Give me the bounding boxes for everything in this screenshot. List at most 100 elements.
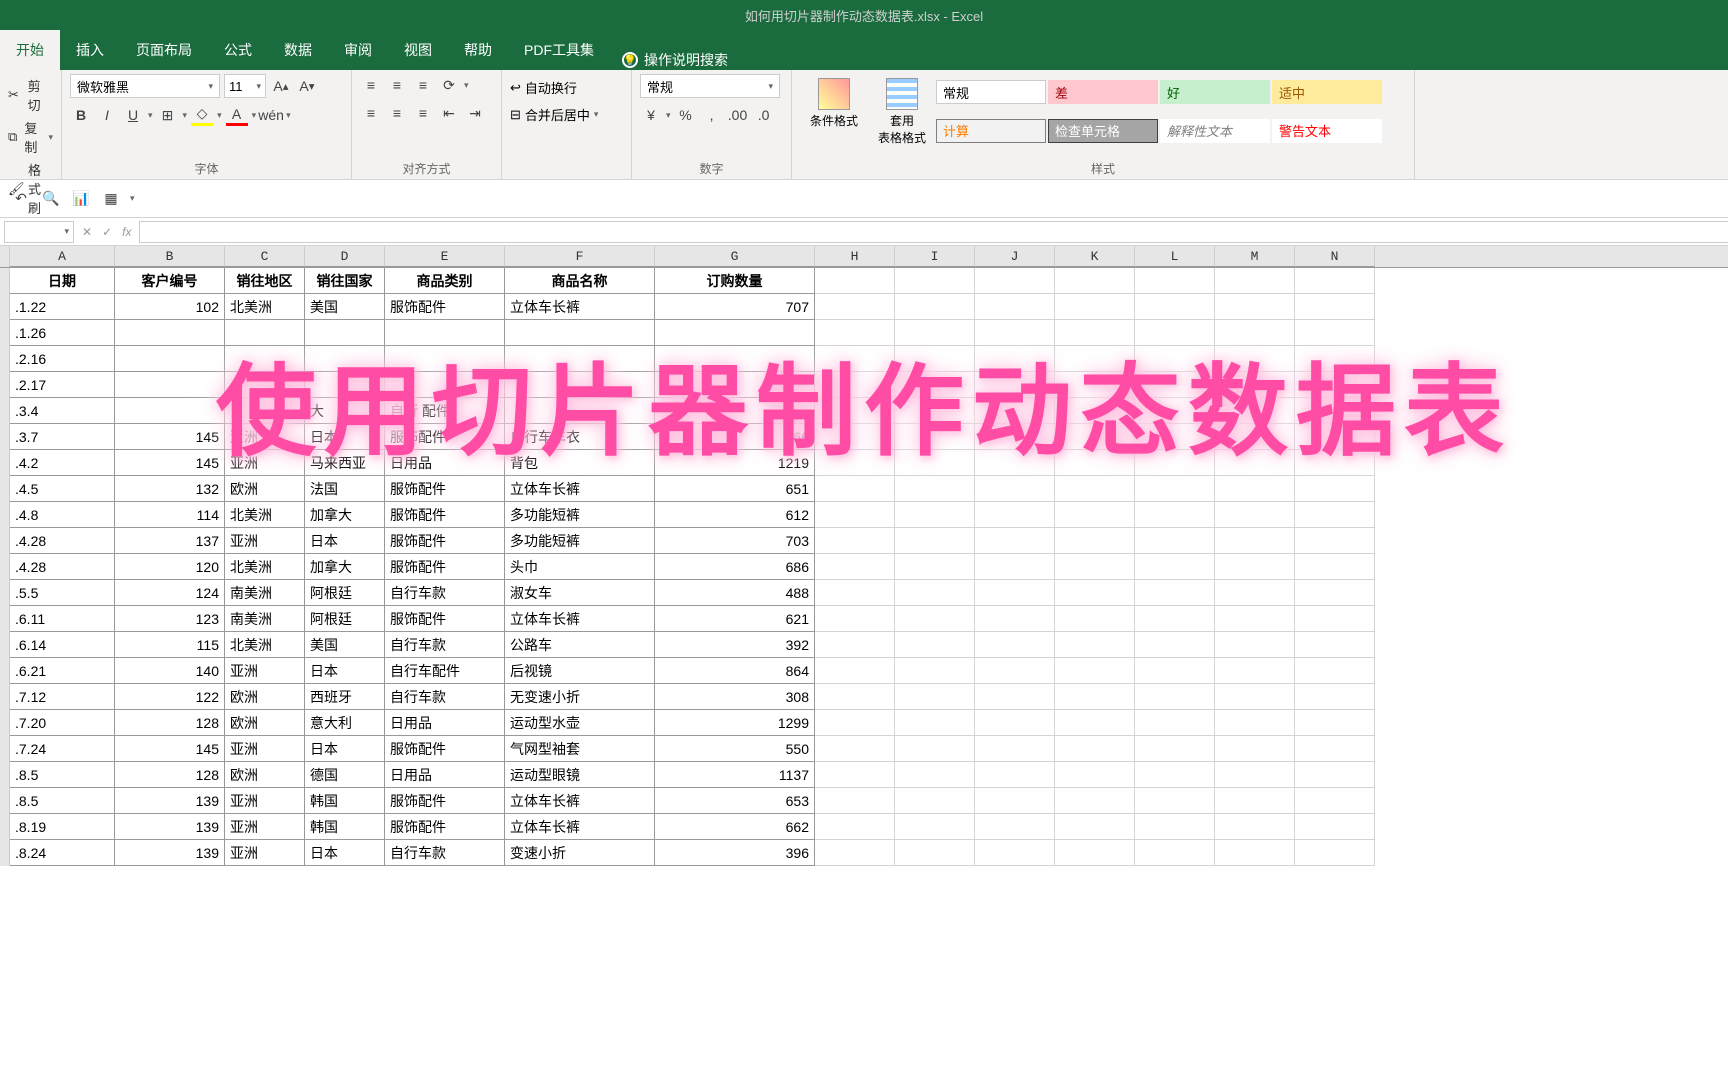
confirm-icon[interactable]: ✓	[102, 225, 112, 239]
cell[interactable]	[385, 372, 505, 398]
cell[interactable]: 立体车长裤	[505, 814, 655, 840]
cell[interactable]	[505, 346, 655, 372]
cell[interactable]	[1055, 814, 1135, 840]
cell[interactable]	[815, 294, 895, 320]
cell[interactable]: 后视镜	[505, 658, 655, 684]
header-cell[interactable]: 订购数量	[655, 268, 815, 294]
cell[interactable]: 亚洲	[225, 814, 305, 840]
cell[interactable]	[895, 788, 975, 814]
cell[interactable]: 亚洲	[225, 736, 305, 762]
cell[interactable]	[305, 372, 385, 398]
cell[interactable]: 西班牙	[305, 684, 385, 710]
cell[interactable]: 运动型眼镜	[505, 762, 655, 788]
cell[interactable]: 多功能短裤	[505, 502, 655, 528]
cell[interactable]	[975, 346, 1055, 372]
cut-button[interactable]: ✂剪切	[8, 74, 53, 116]
cell[interactable]	[1295, 762, 1375, 788]
cell[interactable]	[305, 346, 385, 372]
cell[interactable]	[1135, 684, 1215, 710]
col-header-A[interactable]: A	[10, 246, 115, 267]
cell[interactable]	[1215, 710, 1295, 736]
cell[interactable]: 运动型水壶	[505, 710, 655, 736]
cell[interactable]	[1055, 658, 1135, 684]
cell[interactable]	[1215, 736, 1295, 762]
cell[interactable]	[975, 736, 1055, 762]
cell[interactable]	[1295, 554, 1375, 580]
cell[interactable]	[1215, 424, 1295, 450]
cell[interactable]: 1137	[655, 762, 815, 788]
col-header-F[interactable]: F	[505, 246, 655, 267]
tab-页面布局[interactable]: 页面布局	[120, 30, 208, 70]
cell[interactable]	[815, 658, 895, 684]
cell[interactable]: 621	[655, 606, 815, 632]
cell[interactable]: .1.22	[10, 294, 115, 320]
cell[interactable]	[1295, 658, 1375, 684]
cell[interactable]	[1135, 372, 1215, 398]
cell[interactable]	[505, 372, 655, 398]
align-bottom-button[interactable]: ≡	[412, 74, 434, 96]
cell[interactable]: 服饰配件	[385, 502, 505, 528]
cell[interactable]: 欧洲	[225, 710, 305, 736]
cell[interactable]	[1135, 658, 1215, 684]
cell[interactable]	[115, 346, 225, 372]
cell[interactable]: 日本	[305, 736, 385, 762]
cell[interactable]: 651	[655, 476, 815, 502]
comma-button[interactable]: ,	[701, 104, 723, 126]
cell[interactable]	[1295, 528, 1375, 554]
style-解释性文本[interactable]: 解释性文本	[1160, 119, 1270, 143]
cell[interactable]: 公路车	[505, 632, 655, 658]
style-计算[interactable]: 计算	[936, 119, 1046, 143]
cell[interactable]: 南美洲	[225, 606, 305, 632]
cell[interactable]: .6.21	[10, 658, 115, 684]
cell[interactable]: 北美洲	[225, 554, 305, 580]
cell[interactable]	[1055, 736, 1135, 762]
cell[interactable]	[1055, 320, 1135, 346]
font-size-select[interactable]: 11▾	[224, 74, 266, 98]
cell[interactable]: 法国	[305, 476, 385, 502]
cell[interactable]	[815, 502, 895, 528]
cell[interactable]	[1295, 606, 1375, 632]
decrease-decimal-button[interactable]: .0	[753, 104, 775, 126]
cell[interactable]: 日本	[305, 658, 385, 684]
decrease-indent-button[interactable]: ⇤	[438, 102, 460, 124]
header-cell[interactable]	[1135, 268, 1215, 294]
cell[interactable]	[895, 684, 975, 710]
header-cell[interactable]: 销往国家	[305, 268, 385, 294]
align-middle-button[interactable]: ≡	[386, 74, 408, 96]
cell[interactable]	[1055, 346, 1135, 372]
cell[interactable]: 服饰配件	[385, 788, 505, 814]
cell[interactable]	[1215, 554, 1295, 580]
cell[interactable]	[1295, 580, 1375, 606]
cell[interactable]: .8.24	[10, 840, 115, 866]
cell[interactable]	[975, 294, 1055, 320]
merge-cells-button[interactable]: ⊟合并后居中▾	[510, 101, 623, 128]
cell[interactable]	[115, 398, 225, 424]
cell[interactable]: 阿根廷	[305, 606, 385, 632]
cell[interactable]: 139	[115, 840, 225, 866]
cell[interactable]	[895, 398, 975, 424]
header-cell[interactable]	[1055, 268, 1135, 294]
cell[interactable]	[1295, 684, 1375, 710]
align-right-button[interactable]: ≡	[412, 102, 434, 124]
phonetic-button[interactable]: wén	[260, 104, 282, 126]
cell[interactable]: 日本	[305, 424, 385, 450]
cell[interactable]: 立体车长裤	[505, 294, 655, 320]
cell[interactable]	[655, 372, 815, 398]
cell[interactable]: 阿根廷	[305, 580, 385, 606]
cell[interactable]	[815, 528, 895, 554]
conditional-format-button[interactable]: 条件格式	[800, 74, 868, 161]
cell[interactable]: 多功能短裤	[505, 528, 655, 554]
cell[interactable]: 日本	[305, 840, 385, 866]
cell[interactable]: 自行车款	[385, 684, 505, 710]
cell[interactable]: 背包	[505, 450, 655, 476]
cell[interactable]: 1219	[655, 450, 815, 476]
cell[interactable]: 亚洲	[225, 424, 305, 450]
number-format-select[interactable]: 常规▾	[640, 74, 780, 98]
cell[interactable]: 德国	[305, 762, 385, 788]
cell[interactable]	[895, 450, 975, 476]
tab-审阅[interactable]: 审阅	[328, 30, 388, 70]
orientation-button[interactable]: ⟳	[438, 74, 460, 96]
cell[interactable]: 自行车车衣	[505, 424, 655, 450]
cell[interactable]: 服饰配件	[385, 606, 505, 632]
cell[interactable]: 自行车款	[385, 580, 505, 606]
